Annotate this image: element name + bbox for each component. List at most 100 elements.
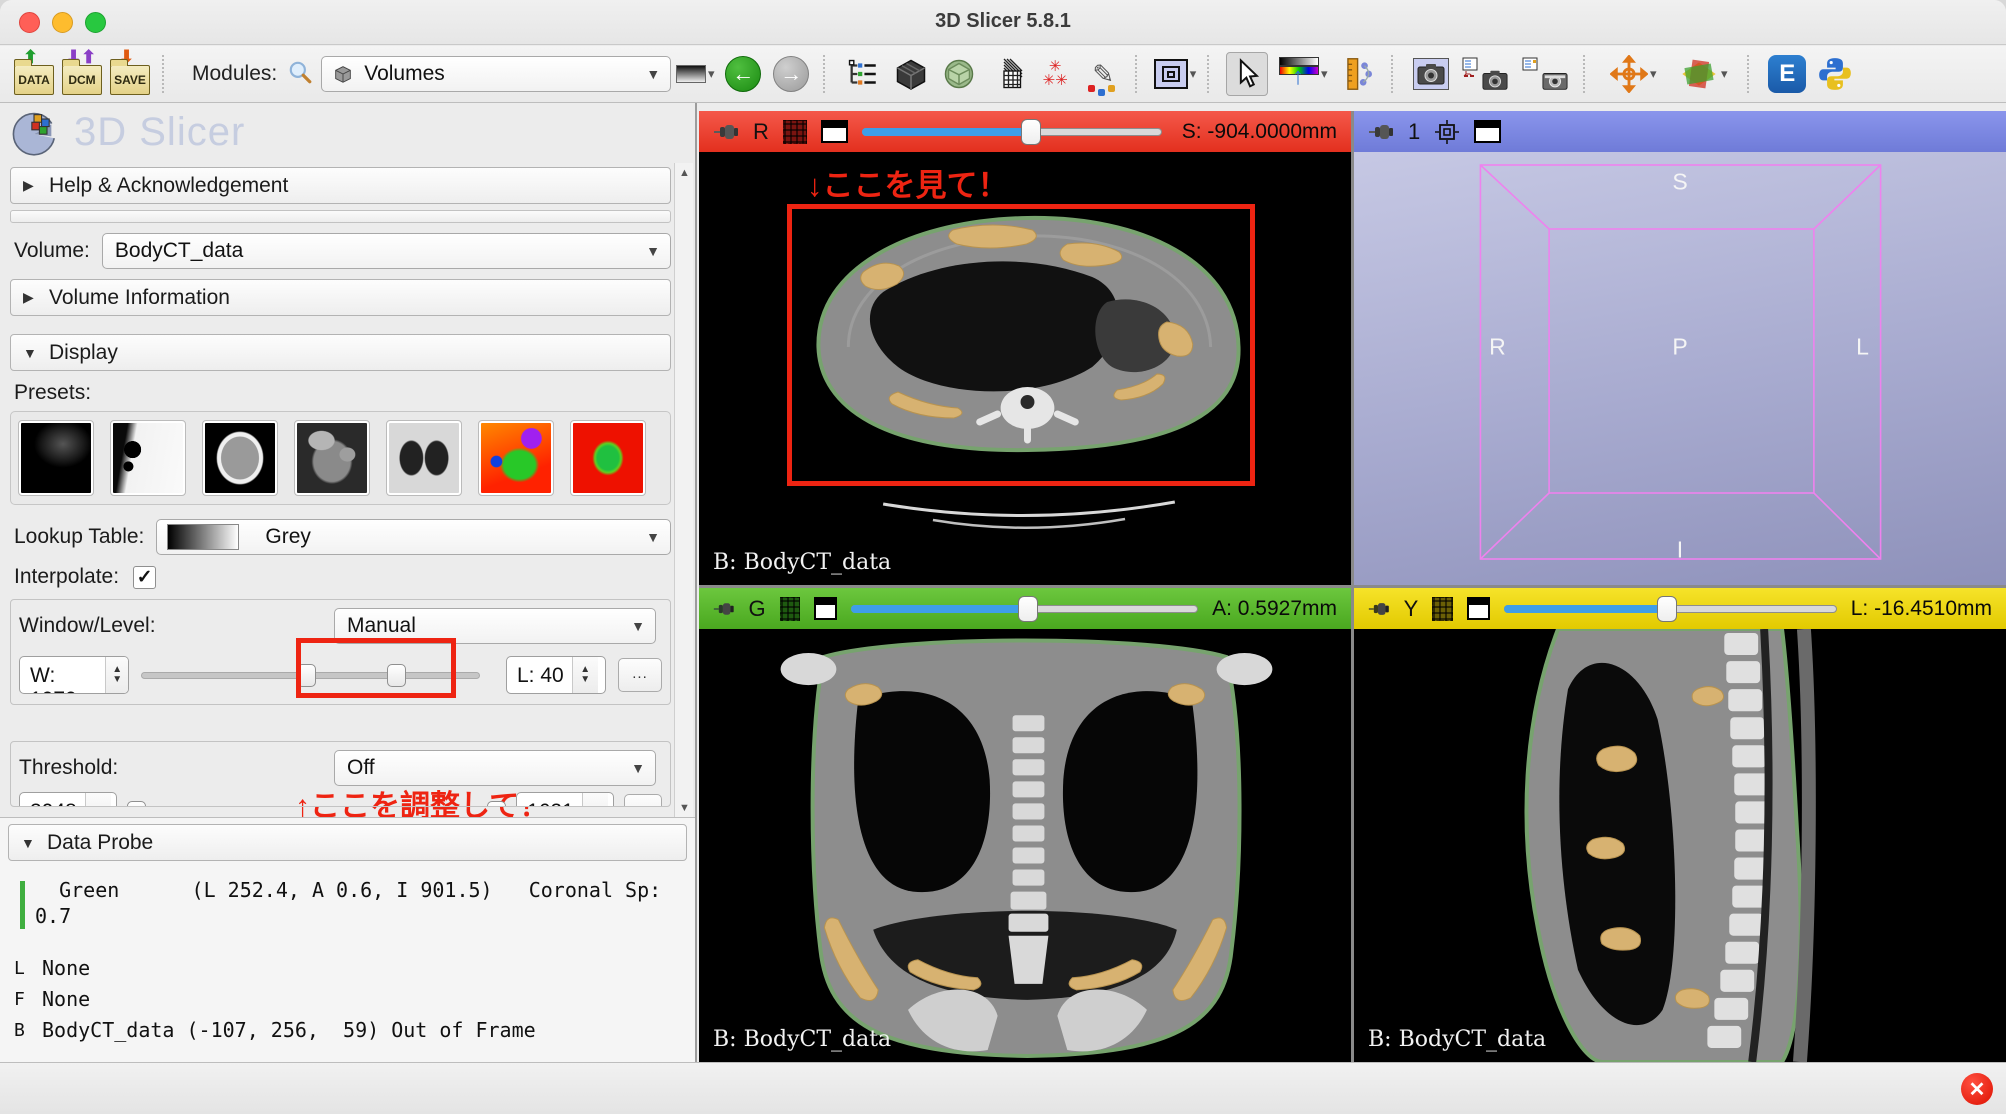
subject-hierarchy-button[interactable] <box>842 52 884 96</box>
threshold-mode-combobox[interactable]: Off ▼ <box>334 750 656 786</box>
threshold-range-slider[interactable] <box>127 796 506 807</box>
window-level-tool-button[interactable]: ↑ ▾ <box>1274 52 1332 96</box>
probe-row-background-layer: B BodyCT_data (-107, 256, 59) Out of Fra… <box>14 1015 687 1046</box>
module-history-button[interactable]: ▾ <box>674 52 716 96</box>
slider-handle-high[interactable] <box>387 664 406 687</box>
lookup-table-combobox[interactable]: Grey ▼ <box>156 519 671 555</box>
slider-handle[interactable] <box>1018 596 1038 622</box>
pushpin-icon[interactable] <box>1368 123 1394 141</box>
viewer-menu-icon[interactable] <box>821 120 848 143</box>
measurement-tool-button[interactable] <box>1338 52 1380 96</box>
volume-rendering-button[interactable] <box>938 52 980 96</box>
annotations-button[interactable]: ✎ <box>1082 52 1124 96</box>
green-slice-slider[interactable] <box>851 599 1198 619</box>
back-button[interactable]: ← <box>722 52 764 96</box>
viewer-menu-icon[interactable] <box>1474 120 1501 143</box>
error-log-close-button[interactable]: ✕ <box>1961 1073 1993 1105</box>
viewer-menu-icon[interactable] <box>814 597 837 620</box>
screenshot-button[interactable] <box>1410 52 1452 96</box>
toolbar-separator <box>1391 55 1399 93</box>
layout-selector-button[interactable]: ▾ <box>1154 52 1196 96</box>
segmentations-button[interactable] <box>986 52 1028 96</box>
extensions-manager-icon: E <box>1768 55 1806 93</box>
forward-button[interactable]: → <box>770 52 812 96</box>
preset-ct-brain-button[interactable] <box>203 421 277 495</box>
level-spinbox[interactable]: L: 40 ▲▼ <box>506 656 606 694</box>
slice-grid-icon[interactable] <box>783 120 807 144</box>
volume-selector-combobox[interactable]: BodyCT_data ▼ <box>102 233 671 269</box>
orientation-superior: S <box>1672 169 1687 196</box>
spinbox-steppers[interactable]: ▲▼ <box>572 657 598 693</box>
section-volume-information[interactable]: ▶ Volume Information <box>10 279 671 316</box>
slice-intersections-button[interactable]: ▾ <box>1670 52 1736 96</box>
markups-button[interactable]: ✳✳✳ <box>1034 52 1076 96</box>
slice-grid-icon[interactable] <box>1432 597 1452 621</box>
module-history-icon <box>676 65 706 83</box>
scroll-down-icon[interactable]: ▼ <box>679 802 690 814</box>
window-level-range-slider[interactable] <box>137 656 484 694</box>
window-level-more-button[interactable]: ... <box>618 658 662 692</box>
window-level-mode-combobox[interactable]: Manual ▼ <box>334 608 656 644</box>
grey-colormap-swatch <box>167 524 239 550</box>
preset-ct-bone-button[interactable] <box>19 421 93 495</box>
load-data-button[interactable]: ⬆ DATA <box>13 52 55 96</box>
slider-fill <box>851 605 1025 613</box>
slice-grid-icon[interactable] <box>780 597 800 621</box>
threshold-lower-spinbox[interactable]: 3048 ▲ <box>19 792 117 807</box>
chevron-down-icon: ▾ <box>1650 66 1657 82</box>
save-folder-icon: SAVE <box>110 65 150 95</box>
scene-views-icon <box>1462 57 1508 91</box>
interpolate-checkbox[interactable]: ✓ <box>133 566 156 589</box>
viewer-menu-icon[interactable] <box>1467 597 1490 620</box>
window-spinbox[interactable]: W: 1070 ▲▼ <box>19 656 129 694</box>
threshold-upper-spinbox[interactable]: 1621 ▲ <box>516 792 614 807</box>
section-display[interactable]: ▼ Display <box>10 334 671 371</box>
interpolate-label: Interpolate: <box>14 565 119 589</box>
scroll-up-icon[interactable]: ▲ <box>679 167 690 179</box>
slider-handle[interactable] <box>1657 596 1677 622</box>
pushpin-icon[interactable] <box>713 600 735 618</box>
yellow-slice-slider[interactable] <box>1504 599 1837 619</box>
slider-handle-high[interactable] <box>487 801 506 807</box>
data-module-button[interactable] <box>890 52 932 96</box>
import-dicom-button[interactable]: ⬇⬆ DCM <box>61 52 103 96</box>
spinbox-steppers[interactable]: ▲▼ <box>105 657 128 693</box>
green-viewer-content[interactable]: B: BodyCT_data <box>699 629 1351 1062</box>
slider-handle-low[interactable] <box>127 801 146 807</box>
python-console-button[interactable] <box>1814 52 1856 96</box>
slider-handle-low[interactable] <box>297 664 316 687</box>
module-selector-combobox[interactable]: Volumes ▼ <box>321 56 671 92</box>
chevron-down-icon: ▼ <box>646 66 660 82</box>
spinbox-steppers[interactable]: ▲ <box>582 793 608 807</box>
scene-views-button[interactable] <box>1458 52 1512 96</box>
coronal-ct-image <box>699 629 1351 1062</box>
save-data-button[interactable]: ⬇ SAVE <box>109 52 151 96</box>
data-probe-content: Green (L 252.4, A 0.6, I 901.5) Coronal … <box>8 877 687 1046</box>
preset-ct-abdomen-button[interactable] <box>295 421 369 495</box>
extensions-manager-button[interactable]: E <box>1766 52 1808 96</box>
spinbox-steppers[interactable]: ▲ <box>85 793 111 807</box>
mouse-interaction-button[interactable] <box>1226 52 1268 96</box>
preset-pet-button[interactable] <box>479 421 553 495</box>
pushpin-icon[interactable] <box>1368 600 1390 618</box>
red-slice-slider[interactable] <box>862 122 1162 142</box>
panel-scrollbar[interactable]: ▲ ▼ <box>674 163 693 818</box>
section-data-probe[interactable]: ▼ Data Probe <box>8 824 687 861</box>
pushpin-icon[interactable] <box>713 123 739 141</box>
threed-viewer: 1 S <box>1354 111 2006 585</box>
preset-dti-button[interactable] <box>571 421 645 495</box>
capture-button[interactable] <box>1518 52 1572 96</box>
threed-viewer-content[interactable]: S R P L I <box>1354 152 2006 585</box>
red-viewer-header: R S: -904.0000mm <box>699 111 1351 152</box>
section-help-acknowledgement[interactable]: ▶ Help & Acknowledgement <box>10 167 671 204</box>
slider-handle[interactable] <box>1021 119 1041 145</box>
threshold-more-button[interactable]: ... <box>624 794 662 807</box>
red-viewer-content[interactable]: ↓ここを見て！ B: BodyCT_data <box>699 152 1351 585</box>
center-view-icon[interactable] <box>1434 119 1460 145</box>
preset-ct-lung-button[interactable] <box>387 421 461 495</box>
module-search-icon[interactable] <box>287 59 313 90</box>
preset-ct-air-button[interactable] <box>111 421 185 495</box>
yellow-viewer-content[interactable]: B: BodyCT_data <box>1354 629 2006 1062</box>
lookup-table-row: Lookup Table: Grey ▼ <box>14 519 671 555</box>
crosshair-button[interactable]: ▾ <box>1602 52 1664 96</box>
